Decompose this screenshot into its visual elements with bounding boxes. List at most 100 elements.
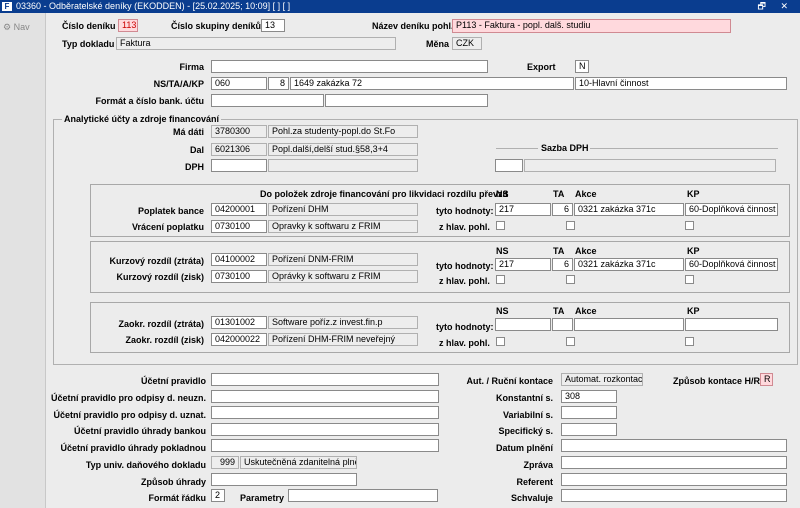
g3-col-kp: KP	[687, 306, 700, 316]
zpusob-uhrady-label: Způsob úhrady	[141, 477, 206, 487]
odpisy-neuzn-label: Účetní pravidlo pro odpisy d. neuzn.	[50, 393, 206, 403]
g1-col-kp: KP	[687, 189, 700, 199]
g1-kp-field[interactable]: 60-Doplňková činnost	[685, 203, 778, 216]
typ-univ-code[interactable]: 999	[211, 456, 239, 469]
nazev-deniku-field[interactable]: P113 - Faktura - popl. dalš. studiu	[452, 19, 731, 33]
g3-ns-field[interactable]	[495, 318, 551, 331]
g1-row2-label: Vrácení poplatku	[131, 222, 204, 232]
sazba-divider-left	[496, 148, 538, 149]
g2-row2-code[interactable]: 0730100	[211, 270, 267, 283]
dal-code[interactable]: 6021306	[211, 143, 267, 156]
g3-row2-code[interactable]: 042000022	[211, 333, 267, 346]
g2-row2-label: Kurzový rozdíl (zisk)	[116, 272, 204, 282]
g2-col-ta: TA	[553, 246, 565, 256]
dph-code[interactable]	[211, 159, 267, 172]
firma-field[interactable]	[211, 60, 488, 73]
uhrady-bankou-field[interactable]	[211, 423, 439, 436]
window-title: 03360 - Odběratelské deníky (EKODDEN) - …	[16, 1, 291, 11]
g2-ta-checkbox[interactable]	[566, 275, 575, 284]
g1-row2-code[interactable]: 0730100	[211, 220, 267, 233]
odpisy-uznat-label: Účetní pravidlo pro odpisy d. uznat.	[53, 410, 206, 420]
ucetni-pravidlo-field[interactable]	[211, 373, 439, 386]
akce-field[interactable]: 1649 zakázka 72	[290, 77, 574, 90]
g1-row2-name: Opravky k softwaru z FRIM	[268, 220, 418, 233]
window-titlebar: F 03360 - Odběratelské deníky (EKODDEN) …	[0, 0, 800, 13]
sazba-dph-code[interactable]	[495, 159, 523, 172]
nav-toggle[interactable]: ⚙ Nav	[3, 22, 30, 33]
cislo-deniku-field[interactable]: 113	[118, 19, 138, 32]
referent-field[interactable]	[561, 473, 787, 486]
odpisy-uznat-field[interactable]	[211, 406, 439, 419]
dal-name: Popl.další,delší stud.§58,3+4	[268, 143, 418, 156]
g2-row2-name: Oprávky k softwaru z FRIM	[268, 270, 418, 283]
g3-row1-name: Software poříz.z invest.fin.p	[268, 316, 418, 329]
typ-dokladu-field[interactable]: Faktura	[116, 37, 396, 50]
odpisy-neuzn-field[interactable]	[211, 390, 439, 403]
typ-univ-name: Uskutečněná zdanitelná plnění	[240, 456, 357, 469]
uhrady-pokladnou-field[interactable]	[211, 439, 439, 452]
format-field[interactable]	[211, 94, 324, 107]
g2-kp-field[interactable]: 60-Doplňková činnost	[685, 258, 778, 271]
g2-akce-field[interactable]: 0321 zakázka 371c	[574, 258, 684, 271]
zpusob-uhrady-field[interactable]	[211, 473, 357, 486]
schvaluje-field[interactable]	[561, 489, 787, 502]
ns-ta-a-kp-label: NS/TA/A/KP	[153, 79, 204, 89]
mena-field[interactable]: CZK	[452, 37, 482, 50]
g2-ta-field[interactable]: 6	[552, 258, 573, 271]
g1-ta-checkbox[interactable]	[566, 221, 575, 230]
parametry-field[interactable]	[288, 489, 438, 502]
g2-kp-checkbox[interactable]	[685, 275, 694, 284]
g1-ns-field[interactable]: 217	[495, 203, 551, 216]
mena-label: Měna	[426, 39, 450, 49]
ta-field[interactable]: 8	[268, 77, 289, 90]
g3-ns-checkbox[interactable]	[496, 337, 505, 346]
konstantni-field[interactable]: 308	[561, 390, 617, 403]
format-radku-field[interactable]: 2	[211, 489, 225, 502]
g3-col-akce: Akce	[575, 306, 597, 316]
g3-kp-checkbox[interactable]	[685, 337, 694, 346]
g1-row1-code[interactable]: 04200001	[211, 203, 267, 216]
firma-label: Firma	[179, 62, 204, 72]
cislo-skupiny-field[interactable]: 13	[261, 19, 285, 32]
g3-ta-field[interactable]	[552, 318, 573, 331]
g2-row1-code[interactable]: 04100002	[211, 253, 267, 266]
cislo-skupiny-label: Číslo skupiny deníků	[171, 21, 262, 31]
ucet-field[interactable]	[325, 94, 488, 107]
g1-akce-field[interactable]: 0321 zakázka 371c	[574, 203, 684, 216]
g3-hodnoty-label: tyto hodnoty:	[436, 322, 494, 332]
g1-ns-checkbox[interactable]	[496, 221, 505, 230]
g2-ns-checkbox[interactable]	[496, 275, 505, 284]
ns-field[interactable]: 060	[211, 77, 267, 90]
window-controls[interactable]: 🗗 ✕	[758, 0, 795, 13]
export-field[interactable]: N	[575, 60, 589, 73]
zprava-label: Zpráva	[523, 460, 553, 470]
g3-row1-label: Zaokr. rozdíl (ztráta)	[118, 319, 204, 329]
kp-field[interactable]: 10-Hlavní činnost	[575, 77, 787, 90]
g1-kp-checkbox[interactable]	[685, 221, 694, 230]
g1-ta-field[interactable]: 6	[552, 203, 573, 216]
specificky-field[interactable]	[561, 423, 617, 436]
g2-col-akce: Akce	[575, 246, 597, 256]
ma-dati-code[interactable]: 3780300	[211, 125, 267, 138]
g3-akce-field[interactable]	[574, 318, 684, 331]
g3-ta-checkbox[interactable]	[566, 337, 575, 346]
export-label: Export	[527, 62, 556, 72]
g3-col-ns: NS	[496, 306, 509, 316]
datum-plneni-field[interactable]	[561, 439, 787, 452]
zprava-field[interactable]	[561, 456, 787, 469]
g3-row2-name: Pořízení DHM-FRIM neveřejný	[268, 333, 418, 346]
dph-name	[268, 159, 418, 172]
g3-kp-field[interactable]	[685, 318, 778, 331]
zpusob-kontace-field[interactable]: R	[760, 373, 773, 386]
aut-rucni-field[interactable]: Automat. rozkontace	[561, 373, 643, 386]
cislo-deniku-label: Číslo deníku	[62, 21, 116, 31]
g1-row1-name: Pořízení DHM	[268, 203, 418, 216]
variabilni-field[interactable]	[561, 406, 617, 419]
nav-gear-icon: ⚙	[3, 22, 12, 32]
schvaluje-label: Schvaluje	[510, 493, 553, 503]
typ-dokladu-label: Typ dokladu	[62, 39, 115, 49]
g2-col-ns: NS	[496, 246, 509, 256]
ma-dati-label: Má dáti	[172, 127, 204, 137]
g2-ns-field[interactable]: 217	[495, 258, 551, 271]
g3-row1-code[interactable]: 01301002	[211, 316, 267, 329]
